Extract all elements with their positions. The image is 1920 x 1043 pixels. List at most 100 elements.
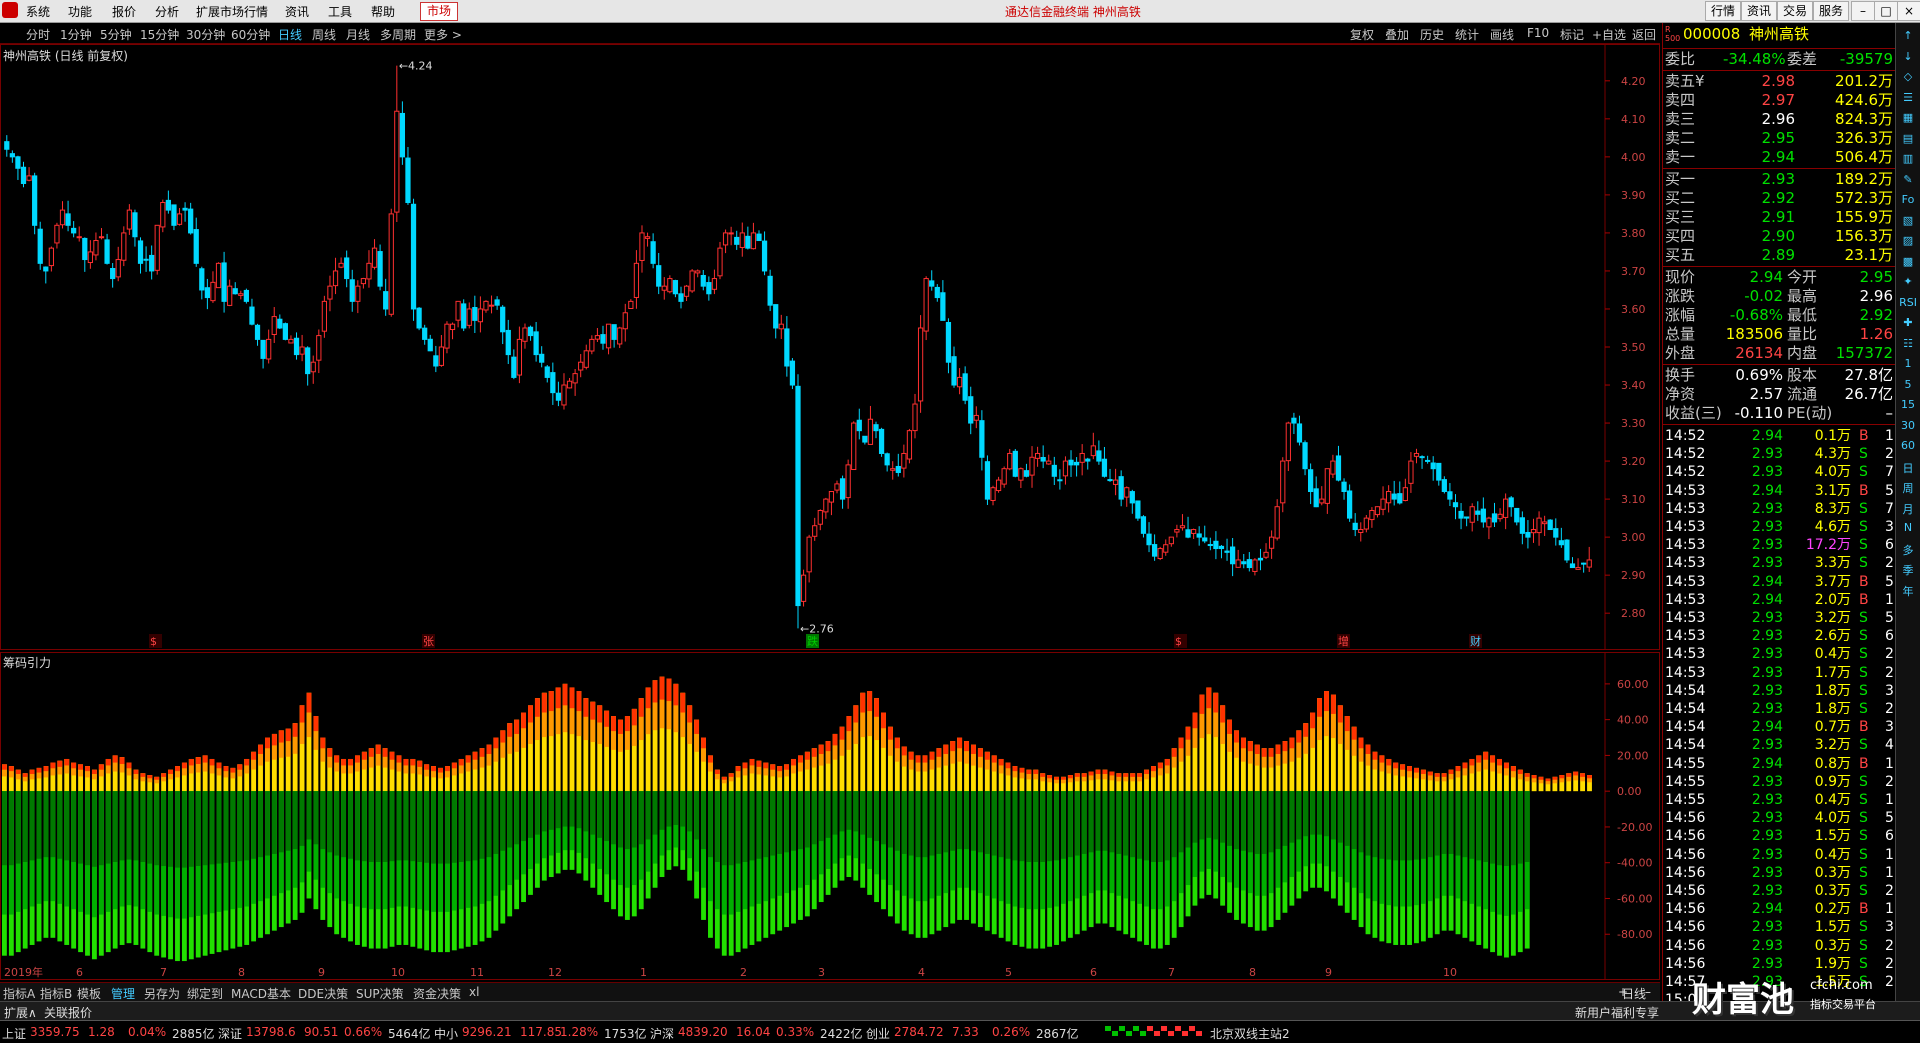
side-tool-icon[interactable]: ▥ xyxy=(1898,152,1918,170)
side-tool-icon[interactable]: 15 xyxy=(1898,398,1918,416)
event-marker[interactable]: $ xyxy=(1175,635,1182,648)
tab-save-as[interactable]: 另存为 xyxy=(144,985,180,1002)
side-tool-icon[interactable]: ☷ xyxy=(1898,337,1918,355)
top-button-trade[interactable]: 交易 xyxy=(1777,1,1814,21)
period-tab[interactable]: 5分钟 xyxy=(100,26,132,43)
tool-fuquan[interactable]: 复权 xyxy=(1350,26,1374,43)
side-tool-icon[interactable]: ▧ xyxy=(1898,214,1918,232)
top-button-quotes[interactable]: 行情 xyxy=(1705,1,1742,21)
side-tool-icon[interactable]: ✎ xyxy=(1898,173,1918,191)
event-marker[interactable]: 张 xyxy=(423,635,434,648)
index-name: 上证 xyxy=(2,1027,27,1041)
tick-price: 2.93 xyxy=(1751,883,1783,899)
tab-bind[interactable]: 绑定到 xyxy=(187,985,223,1002)
side-tool-icon[interactable]: ☰ xyxy=(1898,91,1918,109)
tool-overlay[interactable]: 叠加 xyxy=(1385,26,1409,43)
side-tool-icon[interactable]: 60 xyxy=(1898,439,1918,457)
indicator-bar xyxy=(431,766,436,953)
menu-tools[interactable]: 工具 xyxy=(328,3,352,20)
period-tab-active[interactable]: 日线 xyxy=(278,26,302,43)
tool-f10[interactable]: F10 xyxy=(1527,26,1549,40)
tab-indicator-b[interactable]: 指标B xyxy=(40,985,72,1002)
tool-draw[interactable]: 画线 xyxy=(1490,26,1514,43)
menu-help[interactable]: 帮助 xyxy=(371,3,395,20)
menu-quote[interactable]: 报价 xyxy=(112,3,136,20)
period-more[interactable]: 更多 > xyxy=(424,26,462,43)
period-tab[interactable]: 多周期 xyxy=(380,26,416,43)
tool-stats[interactable]: 统计 xyxy=(1455,26,1479,43)
tab-template[interactable]: 模板 xyxy=(77,985,101,1002)
side-tool-icon[interactable]: Fo xyxy=(1898,193,1918,211)
menu-analysis[interactable]: 分析 xyxy=(155,3,179,20)
event-marker[interactable]: 财 xyxy=(1470,634,1481,648)
period-tab[interactable]: 周线 xyxy=(312,26,336,43)
tab-macd[interactable]: MACD基本 xyxy=(231,985,291,1002)
side-tool-icon[interactable]: 日 xyxy=(1898,460,1918,478)
top-button-service[interactable]: 服务 xyxy=(1813,1,1850,21)
period-tab[interactable]: 30分钟 xyxy=(186,26,225,43)
tool-history[interactable]: 历史 xyxy=(1420,26,1444,43)
related-quotes[interactable]: 关联报价 xyxy=(44,1004,92,1021)
indicator-chart[interactable]: 60.00 40.00 20.00 0.00 -20.00 -40.00 -60.00 -80… xyxy=(0,652,1660,980)
indicator-bar xyxy=(964,741,969,920)
tab-manage[interactable]: 管理 xyxy=(111,985,135,1002)
candlestick-chart[interactable]: 4.20 4.10 4.00 3.90 3.80 3.70 3.60 3.50 3.40 3.30… xyxy=(0,44,1660,650)
side-tool-icon[interactable]: ◇ xyxy=(1898,70,1918,88)
tab-fund[interactable]: 资金决策 xyxy=(413,985,461,1002)
event-marker[interactable]: $ xyxy=(150,635,157,648)
side-tool-icon[interactable]: 月 xyxy=(1898,501,1918,519)
event-marker[interactable]: 增 xyxy=(1338,634,1349,648)
menu-system[interactable]: 系统 xyxy=(26,3,50,20)
candle xyxy=(544,365,550,383)
side-tool-icon[interactable]: RSI xyxy=(1898,296,1918,314)
side-tool-icon[interactable]: 5 xyxy=(1898,378,1918,396)
side-tool-icon[interactable]: N xyxy=(1898,521,1918,539)
close-button[interactable]: × xyxy=(1897,1,1920,21)
minimize-button[interactable]: – xyxy=(1851,1,1875,21)
side-tool-icon[interactable]: ↑ xyxy=(1898,29,1918,47)
tab-xl[interactable]: xl xyxy=(469,985,479,999)
tab-dde[interactable]: DDE决策 xyxy=(298,985,348,1002)
promo-link[interactable]: 新用户福利专享 xyxy=(1575,1004,1659,1021)
side-tool-icon[interactable]: ▨ xyxy=(1898,234,1918,252)
y-tick-label: -20.00 xyxy=(1617,821,1652,834)
tab-sup[interactable]: SUP决策 xyxy=(356,985,404,1002)
ask-price: 2.95 xyxy=(1761,129,1795,147)
side-tool-icon[interactable]: ▤ xyxy=(1898,132,1918,150)
zoom-out-button[interactable]: – xyxy=(1645,985,1651,999)
top-button-news[interactable]: 资讯 xyxy=(1741,1,1778,21)
side-tool-icon[interactable]: ✦ xyxy=(1898,275,1918,293)
side-tool-icon[interactable]: 季 xyxy=(1898,562,1918,580)
period-tab[interactable]: 1分钟 xyxy=(60,26,92,43)
period-tab[interactable]: 60分钟 xyxy=(231,26,270,43)
side-tool-icon[interactable]: ▦ xyxy=(1898,111,1918,129)
tick-time: 14:53 xyxy=(1665,537,1706,554)
side-tool-icon[interactable]: 1 xyxy=(1898,357,1918,375)
side-tool-icon[interactable]: ✚ xyxy=(1898,316,1918,334)
side-tool-icon[interactable]: ▩ xyxy=(1898,255,1918,273)
maximize-button[interactable]: □ xyxy=(1874,1,1898,21)
tab-indicator-a[interactable]: 指标A xyxy=(3,985,35,1002)
period-tab[interactable]: 月线 xyxy=(346,26,370,43)
side-tool-icon[interactable]: 周 xyxy=(1898,480,1918,498)
indicator-bar xyxy=(1247,741,1253,928)
period-tab[interactable]: 15分钟 xyxy=(140,26,179,43)
event-marker[interactable]: 跌 xyxy=(807,634,818,648)
candle xyxy=(321,295,328,338)
tool-back[interactable]: 返回 xyxy=(1632,26,1656,43)
indicator-bar xyxy=(71,762,77,949)
period-tab[interactable]: 分时 xyxy=(26,26,50,43)
menu-info[interactable]: 资讯 xyxy=(285,3,309,20)
menu-function[interactable]: 功能 xyxy=(68,3,92,20)
tool-mark[interactable]: 标记 xyxy=(1560,26,1584,43)
side-tool-icon[interactable]: 30 xyxy=(1898,419,1918,437)
zoom-in-button[interactable]: + xyxy=(1618,985,1628,999)
breadth-bar xyxy=(1168,1031,1174,1036)
menu-ext-market[interactable]: 扩展市场行情 xyxy=(196,3,268,20)
side-tool-icon[interactable]: ↓ xyxy=(1898,50,1918,68)
side-tool-icon[interactable]: 年 xyxy=(1898,583,1918,601)
ext-toggle[interactable]: 扩展∧ xyxy=(4,1004,37,1021)
side-tool-icon[interactable]: 多 xyxy=(1898,542,1918,560)
market-tab[interactable]: 市场 xyxy=(420,2,459,21)
tool-add-watchlist[interactable]: +自选 xyxy=(1592,26,1626,43)
